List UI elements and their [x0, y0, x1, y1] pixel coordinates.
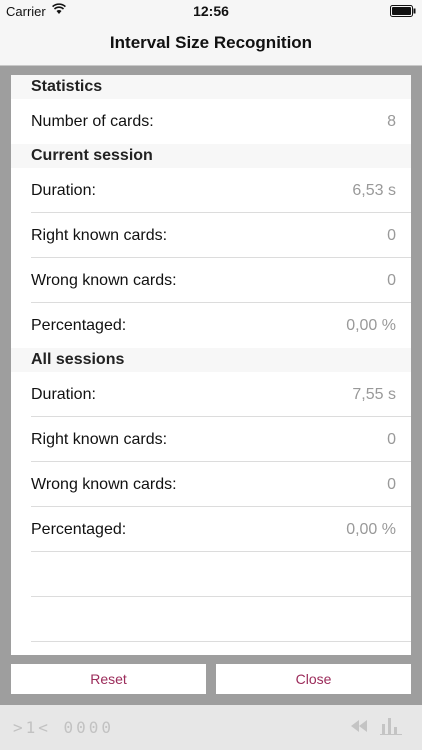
current-row-percentaged: Percentaged: 0,00 %	[11, 303, 411, 348]
row-label: Duration:	[31, 182, 96, 199]
row-value: 7,55 s	[352, 386, 396, 403]
bar-chart-icon[interactable]	[380, 717, 402, 735]
row-value: 0,00 %	[346, 317, 396, 334]
empty-row	[11, 552, 411, 597]
page-title: Interval Size Recognition	[109, 33, 313, 52]
section-header-statistics: Statistics	[11, 75, 411, 99]
bottom-toolbar: >1< 0000	[0, 705, 422, 750]
row-value: 0	[387, 476, 396, 493]
row-value: 6,53 s	[352, 182, 396, 199]
row-value: 0	[387, 272, 396, 289]
row-label: Right known cards:	[31, 227, 168, 244]
card-progress-indicator: >1< 0000	[13, 718, 115, 737]
battery-icon	[390, 5, 416, 17]
all-row-right-known: Right known cards: 0	[11, 417, 411, 462]
reset-button[interactable]: Reset	[11, 664, 206, 694]
clock: 12:56	[193, 3, 229, 19]
section-header-all-sessions: All sessions	[11, 348, 411, 372]
close-button[interactable]: Close	[216, 664, 411, 694]
row-value: 8	[387, 113, 396, 130]
empty-row	[11, 597, 411, 642]
row-label: Number of cards:	[31, 113, 154, 130]
all-row-duration: Duration: 7,55 s	[11, 372, 411, 417]
row-label: Percentaged:	[31, 317, 127, 334]
row-label: Wrong known cards:	[31, 272, 177, 289]
row-label: Percentaged:	[31, 521, 127, 538]
top-bar: Carrier 12:56 Interval Size Recognition	[0, 0, 422, 66]
statistics-panel[interactable]: Statistics Number of cards: 8 Current se…	[11, 75, 411, 655]
current-row-wrong-known: Wrong known cards: 0	[11, 258, 411, 303]
all-row-percentaged: Percentaged: 0,00 %	[11, 507, 411, 552]
row-label: Right known cards:	[31, 431, 168, 448]
current-row-right-known: Right known cards: 0	[11, 213, 411, 258]
row-value: 0	[387, 431, 396, 448]
row-label: Wrong known cards:	[31, 476, 177, 493]
current-row-duration: Duration: 6,53 s	[11, 168, 411, 213]
section-header-current-session: Current session	[11, 144, 411, 168]
status-bar: Carrier 12:56	[0, 0, 422, 22]
row-label: Duration:	[31, 386, 96, 403]
all-row-wrong-known: Wrong known cards: 0	[11, 462, 411, 507]
row-value: 0	[387, 227, 396, 244]
rewind-icon[interactable]	[350, 719, 368, 733]
stat-row-number-of-cards: Number of cards: 8	[11, 99, 411, 144]
row-value: 0,00 %	[346, 521, 396, 538]
